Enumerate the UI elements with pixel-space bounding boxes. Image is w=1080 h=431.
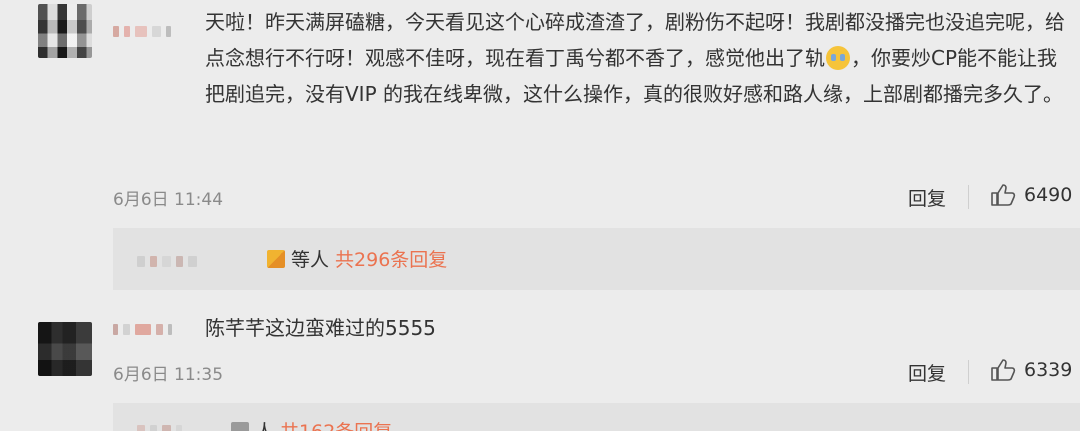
like-count: 6490 bbox=[1024, 184, 1073, 206]
reply-summary-box[interactable]: 人 共162条回复 bbox=[113, 403, 1080, 431]
commenter-avatar[interactable] bbox=[38, 4, 92, 58]
commenter-avatar[interactable] bbox=[38, 322, 92, 376]
like-button[interactable]: 6490 bbox=[990, 183, 1072, 207]
crying-face-emoji-icon bbox=[826, 45, 850, 70]
divider bbox=[968, 185, 969, 209]
comment-timestamp: 6月6日 11:44 bbox=[113, 190, 224, 210]
reply-summary-box[interactable]: 等人 共296条回复 bbox=[113, 228, 1080, 290]
reply-summary-who: 等人 bbox=[291, 249, 330, 271]
commenter-name-blurred[interactable] bbox=[113, 24, 171, 38]
divider bbox=[968, 360, 969, 384]
reply-summary[interactable]: 人 共162条回复 bbox=[231, 417, 392, 431]
thumbs-up-icon bbox=[991, 359, 1016, 381]
reply-summary-who: 人 bbox=[255, 417, 274, 431]
reply-summary[interactable]: 等人 共296条回复 bbox=[267, 245, 447, 272]
reply-button[interactable]: 回复 bbox=[908, 359, 946, 386]
thumbs-up-icon bbox=[991, 184, 1016, 206]
reply-count-link[interactable]: 共162条回复 bbox=[280, 417, 392, 431]
like-count: 6339 bbox=[1024, 359, 1073, 381]
reply-button[interactable]: 回复 bbox=[908, 184, 946, 211]
reply-count-link[interactable]: 共296条回复 bbox=[335, 245, 447, 272]
replier-name-blurred bbox=[137, 423, 182, 431]
avatar-thumb-icon bbox=[231, 421, 249, 431]
comment-text: 天啦！昨天满屏磕糖，今天看见这个心碎成渣渣了，剧粉伤不起呀！我剧都没播完也没追完… bbox=[205, 4, 1065, 112]
like-button[interactable]: 6339 bbox=[990, 358, 1072, 382]
replier-name-blurred bbox=[137, 254, 197, 268]
comment-text: 陈芊芊这边蛮难过的5555 bbox=[205, 316, 436, 340]
comment-timestamp: 6月6日 11:35 bbox=[113, 365, 224, 385]
commenter-name-blurred[interactable] bbox=[113, 322, 172, 336]
member-badge-icon bbox=[267, 249, 285, 268]
